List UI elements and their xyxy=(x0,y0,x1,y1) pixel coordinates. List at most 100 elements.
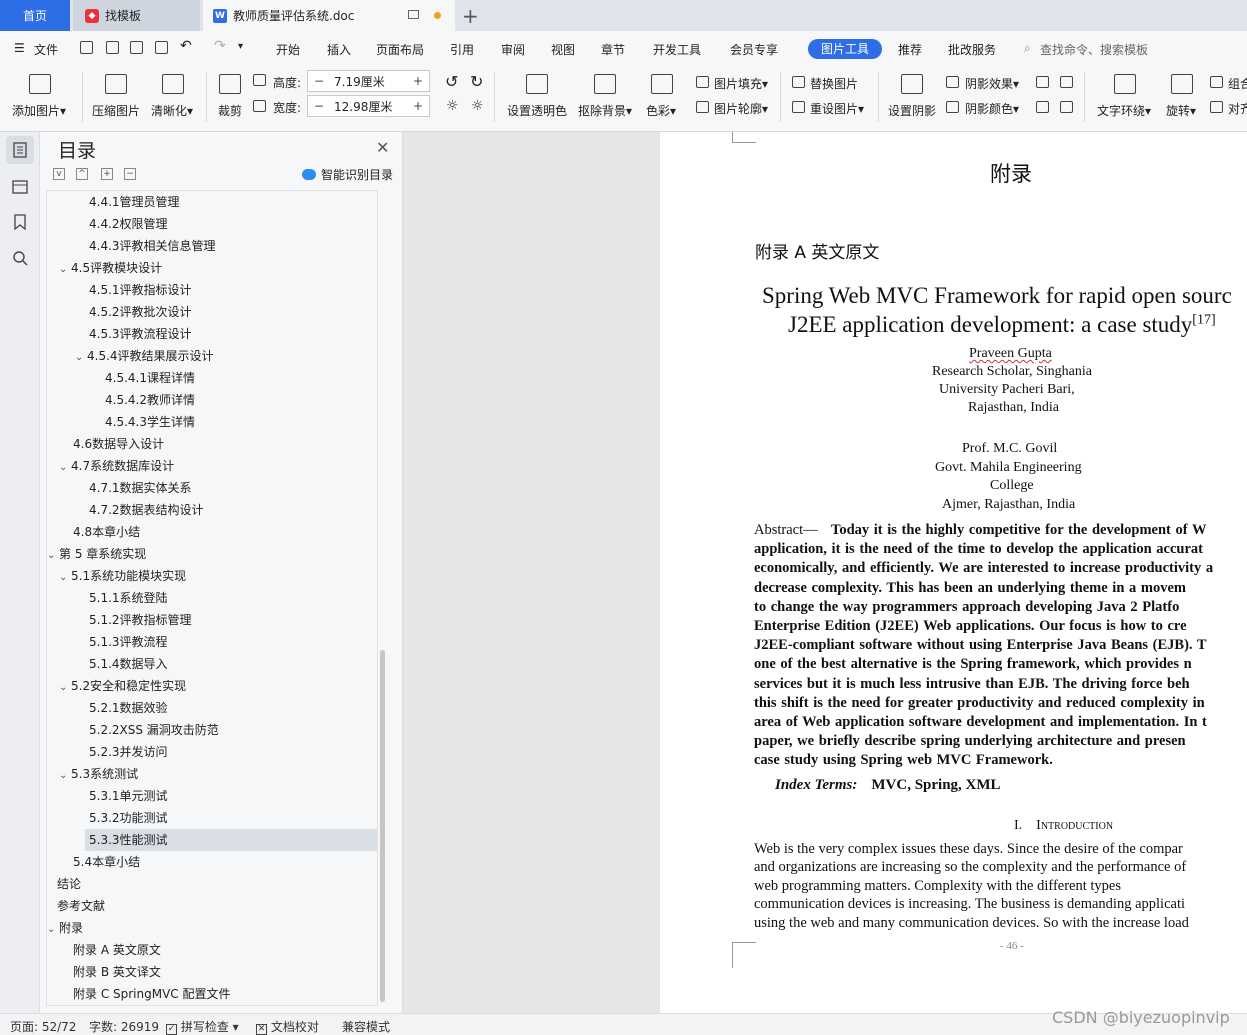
toc-item[interactable]: 4.6数据导入设计 xyxy=(47,433,377,455)
toc-item[interactable]: ⌄ 附录 xyxy=(47,917,377,939)
menu-picture-tools[interactable]: 图片工具 xyxy=(808,39,882,59)
expand-chevron-icon[interactable]: ⌄ xyxy=(59,765,71,787)
text-wrap-button[interactable]: 文字环绕▾ xyxy=(1097,102,1151,119)
menu-chapter[interactable]: 章节 xyxy=(601,41,625,58)
color-icon[interactable] xyxy=(651,74,673,94)
reference-mark[interactable]: [17] xyxy=(1192,312,1215,327)
toc-item[interactable]: ⌄ 5.2安全和稳定性实现 xyxy=(47,675,377,697)
toc-item[interactable]: ⌄ 5.3系统测试 xyxy=(47,763,377,785)
image-outline-button[interactable]: 图片轮廓▾ xyxy=(714,100,768,117)
toc-item[interactable]: 4.7.1数据实体关系 xyxy=(47,477,377,499)
width-stepper[interactable]: − 12.98厘米 + xyxy=(307,95,430,117)
clarity-icon[interactable] xyxy=(162,74,184,94)
command-search-input[interactable]: 查找命令、搜索模板 xyxy=(1040,41,1148,58)
page-indicator[interactable]: 页面: 52/72 xyxy=(10,1018,76,1035)
menu-member[interactable]: 会员专享 xyxy=(730,41,778,58)
toc-item[interactable]: 4.5.4.1课程详情 xyxy=(47,367,377,389)
monitor-icon[interactable] xyxy=(408,10,419,19)
tab-home[interactable]: 首页 xyxy=(0,0,70,31)
print-icon[interactable] xyxy=(130,41,143,54)
toc-item[interactable]: 附录 A 英文原文 xyxy=(47,939,377,961)
align-button[interactable]: 对齐 xyxy=(1228,100,1247,117)
close-icon[interactable]: ✕ xyxy=(376,138,389,157)
spell-check-button[interactable]: ✓ 拼写检查 ▾ xyxy=(166,1018,239,1035)
smart-toc-button[interactable]: 智能识别目录 xyxy=(302,166,393,183)
toc-item[interactable]: 5.3.3性能测试 xyxy=(85,829,377,851)
toc-item[interactable]: 5.2.2XSS 漏洞攻击防范 xyxy=(47,719,377,741)
toc-item[interactable]: 5.3.1单元测试 xyxy=(47,785,377,807)
shadow-left-icon[interactable] xyxy=(1036,101,1049,113)
export-pdf-icon[interactable] xyxy=(106,41,119,54)
toc-scrollbar[interactable] xyxy=(380,650,385,1002)
shadow-down-icon[interactable] xyxy=(1060,76,1073,88)
toc-item[interactable]: 4.5.4.2教师详情 xyxy=(47,389,377,411)
image-fill-button[interactable]: 图片填充▾ xyxy=(714,75,768,92)
shadow-color-button[interactable]: 阴影颜色▾ xyxy=(965,100,1019,117)
word-count[interactable]: 字数: 26919 xyxy=(89,1018,159,1035)
expand-chevron-icon[interactable]: ⌄ xyxy=(47,919,59,941)
toc-item[interactable]: 4.4.1管理员管理 xyxy=(47,191,377,213)
expand-chevron-icon[interactable]: ⌄ xyxy=(47,545,59,567)
expand-chevron-icon[interactable]: ⌄ xyxy=(59,457,71,479)
menu-page-layout[interactable]: 页面布局 xyxy=(376,41,424,58)
height-increase-button[interactable]: + xyxy=(407,74,429,88)
height-decrease-button[interactable]: − xyxy=(308,74,330,88)
document-page[interactable]: 附录 附录 A 英文原文 Spring Web MVC Framework fo… xyxy=(660,132,1247,1013)
menu-insert[interactable]: 插入 xyxy=(327,41,351,58)
collapse-all-icon[interactable]: v xyxy=(53,168,65,180)
toc-item[interactable]: 附录 C SpringMVC 配置文件 xyxy=(47,983,377,1005)
text-wrap-icon[interactable] xyxy=(1114,74,1136,94)
replace-image-button[interactable]: 替换图片 xyxy=(810,75,858,92)
remove-background-icon[interactable] xyxy=(594,74,616,94)
bookmark-button[interactable] xyxy=(6,208,34,236)
reset-image-button[interactable]: 重设图片▾ xyxy=(810,100,864,117)
set-shadow-button[interactable]: 设置阴影 xyxy=(888,102,936,119)
toc-item[interactable]: ⌄ 5.1系统功能模块实现 xyxy=(47,565,377,587)
color-button[interactable]: 色彩▾ xyxy=(646,102,676,119)
menu-start[interactable]: 开始 xyxy=(276,41,300,58)
clarity-button[interactable]: 清晰化▾ xyxy=(151,102,193,119)
height-stepper[interactable]: − 7.19厘米 + xyxy=(307,70,430,92)
toc-item[interactable]: 4.5.3评教流程设计 xyxy=(47,323,377,345)
redo-icon[interactable]: ↷ xyxy=(214,38,226,54)
toc-item[interactable]: ⌄ 4.5.4评教结果展示设计 xyxy=(47,345,377,367)
group-button[interactable]: 组合 xyxy=(1228,75,1247,92)
hamburger-icon[interactable]: ☰ xyxy=(14,41,25,55)
compress-image-button[interactable]: 压缩图片 xyxy=(92,102,140,119)
toc-item[interactable]: ⌄ 4.5评教模块设计 xyxy=(47,257,377,279)
toc-item[interactable]: 5.1.4数据导入 xyxy=(47,653,377,675)
toc-item[interactable]: 5.1.1系统登陆 xyxy=(47,587,377,609)
toc-item[interactable]: 4.8本章小结 xyxy=(47,521,377,543)
shadow-up-icon[interactable] xyxy=(1036,76,1049,88)
toc-item[interactable]: 5.2.3并发访问 xyxy=(47,741,377,763)
rotate-right-icon[interactable]: ↻ xyxy=(470,72,483,91)
width-input[interactable]: 12.98厘米 xyxy=(330,98,407,115)
chapter-nav-button[interactable] xyxy=(6,172,34,200)
toc-item[interactable]: 5.4本章小结 xyxy=(47,851,377,873)
menu-review[interactable]: 审阅 xyxy=(501,41,525,58)
print-preview-icon[interactable] xyxy=(155,41,168,54)
expand-chevron-icon[interactable]: ⌄ xyxy=(75,347,87,369)
tab-find-template[interactable]: ◆ 找模板 xyxy=(73,0,200,31)
toc-item[interactable]: 结论 xyxy=(47,873,377,895)
toc-item[interactable]: ⌄ 4.7系统数据库设计 xyxy=(47,455,377,477)
toc-item[interactable]: 5.2.1数据效验 xyxy=(47,697,377,719)
menu-dev-tools[interactable]: 开发工具 xyxy=(653,41,701,58)
toc-item[interactable]: 参考文献 xyxy=(47,895,377,917)
toc-item[interactable]: ⌄ 第 5 章系统实现 xyxy=(47,543,377,565)
toc-item[interactable]: 4.7.2数据表结构设计 xyxy=(47,499,377,521)
undo-icon[interactable]: ↶ xyxy=(180,38,192,54)
expand-chevron-icon[interactable]: ⌄ xyxy=(59,677,71,699)
compress-image-icon[interactable] xyxy=(105,74,127,94)
toc-item[interactable]: 4.5.2评教批次设计 xyxy=(47,301,377,323)
toc-item[interactable]: 5.1.2评教指标管理 xyxy=(47,609,377,631)
rotate-button[interactable]: 旋转▾ xyxy=(1166,102,1196,119)
toc-item[interactable]: 附录 B 英文译文 xyxy=(47,961,377,983)
expand-up-icon[interactable]: ^ xyxy=(76,168,88,180)
shadow-right-icon[interactable] xyxy=(1060,101,1073,113)
width-increase-button[interactable]: + xyxy=(407,99,429,113)
crop-button[interactable]: 裁剪 xyxy=(218,102,242,119)
menu-recommend[interactable]: 推荐 xyxy=(898,41,922,58)
remove-background-button[interactable]: 抠除背景▾ xyxy=(578,102,632,119)
contrast-icon[interactable]: ☼ xyxy=(471,98,484,114)
